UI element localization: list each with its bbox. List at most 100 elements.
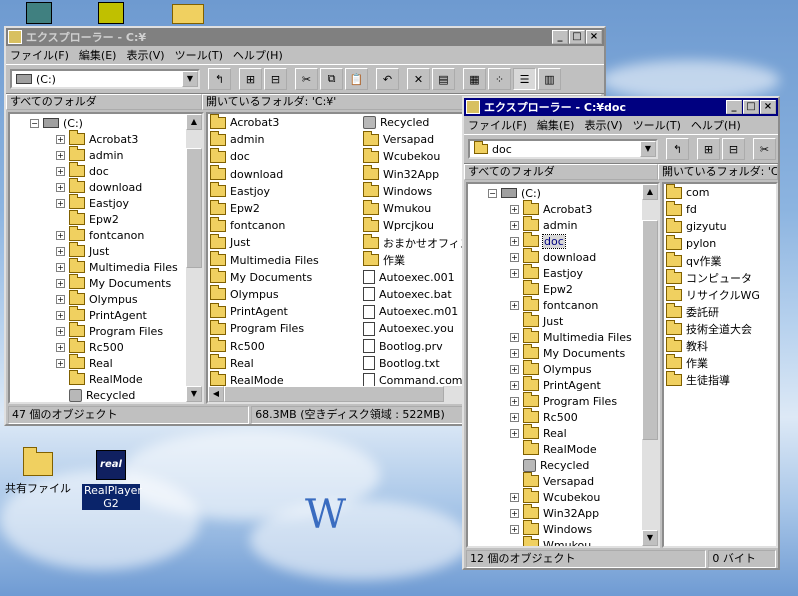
undo-button[interactable]: ↶ <box>376 68 399 90</box>
tree-item[interactable]: + Rc500 <box>468 408 658 425</box>
tree-item[interactable]: Just <box>468 312 658 329</box>
tree-item[interactable]: RealMode <box>10 370 202 387</box>
cut-button[interactable]: ✂ <box>753 138 776 160</box>
expand-icon[interactable]: + <box>56 150 65 160</box>
file-item[interactable]: おまかせオフィス <box>363 233 471 251</box>
disconnect-drive-button[interactable]: ⊟ <box>722 138 745 160</box>
scroll-left-button[interactable]: ◀ <box>208 386 224 402</box>
tree-item[interactable]: + Olympus <box>10 290 202 307</box>
scroll-down-button[interactable]: ▼ <box>186 386 202 402</box>
tree-item[interactable]: + Eastjoy <box>468 264 658 281</box>
expand-icon[interactable]: + <box>510 332 519 342</box>
title-bar[interactable]: エクスプローラー - C:¥ _ □ × <box>6 28 604 46</box>
scroll-thumb[interactable] <box>642 220 658 440</box>
paste-button[interactable]: 📋 <box>345 68 368 90</box>
expand-icon[interactable]: + <box>56 310 65 320</box>
file-item[interactable]: Acrobat3 <box>210 114 319 131</box>
collapse-icon[interactable]: − <box>30 118 39 128</box>
tree-item[interactable]: + Acrobat3 <box>10 130 202 147</box>
tree-item-drive-c[interactable]: − (C:) <box>10 115 202 131</box>
cut-button[interactable]: ✂ <box>295 68 318 90</box>
expand-icon[interactable]: + <box>56 262 65 272</box>
file-item[interactable]: download <box>210 165 319 183</box>
expand-icon[interactable]: + <box>510 524 519 534</box>
file-item[interactable]: Windows <box>363 182 471 200</box>
file-item[interactable]: fontcanon <box>210 216 319 234</box>
file-item[interactable]: Recycled <box>363 114 471 131</box>
folder-tree[interactable]: − (C:) + Acrobat3 + admin + doc + download + Eastjo… <box>466 182 660 548</box>
file-item[interactable]: Wprcjkou <box>363 216 471 234</box>
file-item[interactable]: Autoexec.bat <box>363 286 471 303</box>
tree-item[interactable]: Epw2 <box>468 280 658 297</box>
file-item[interactable]: Autoexec.001 <box>363 269 471 286</box>
file-item[interactable]: Bootlog.txt <box>363 355 471 372</box>
tree-item[interactable]: + Program Files <box>468 392 658 409</box>
file-item[interactable]: 委託研 <box>666 302 760 320</box>
menu-help[interactable]: ヘルプ(H) <box>233 47 283 63</box>
expand-icon[interactable]: + <box>510 508 519 518</box>
scroll-up-button[interactable]: ▲ <box>186 114 202 130</box>
tree-item[interactable]: + Eastjoy <box>10 194 202 211</box>
tree-item[interactable]: + fontcanon <box>10 226 202 243</box>
file-item[interactable]: 生徒指導 <box>666 370 760 388</box>
expand-icon[interactable]: + <box>56 358 65 368</box>
tree-item[interactable]: + Multimedia Files <box>10 258 202 275</box>
expand-icon[interactable]: + <box>510 220 519 230</box>
file-item[interactable]: Versapad <box>363 130 471 148</box>
menu-view[interactable]: 表示(V) <box>126 47 164 63</box>
expand-icon[interactable]: + <box>510 204 519 214</box>
file-item[interactable]: Wcubekou <box>363 147 471 165</box>
tree-item[interactable]: + Multimedia Files <box>468 328 658 345</box>
file-list[interactable]: com fd gizyutu pylon qv作業 コンピュータ リサイクルWG 委託研 技術全… <box>662 182 778 548</box>
file-item[interactable]: Autoexec.m01 <box>363 303 471 320</box>
file-item[interactable]: Real <box>210 354 319 372</box>
disconnect-drive-button[interactable]: ⊟ <box>264 68 287 90</box>
tree-item-drive-c[interactable]: − (C:) <box>468 185 658 201</box>
expand-icon[interactable]: + <box>56 166 65 176</box>
tree-item[interactable]: Versapad <box>468 472 658 489</box>
tree-item[interactable]: + Rc500 <box>10 338 202 355</box>
up-folder-button[interactable]: ↰ <box>208 68 231 90</box>
menu-file[interactable]: ファイル(F) <box>10 47 69 63</box>
menu-tools[interactable]: ツール(T) <box>175 47 223 63</box>
tree-item[interactable]: + Real <box>468 424 658 441</box>
close-button[interactable]: × <box>586 30 602 44</box>
file-item[interactable]: 作業 <box>666 353 760 371</box>
maximize-button[interactable]: □ <box>743 100 759 114</box>
expand-icon[interactable]: + <box>56 246 65 256</box>
file-item[interactable]: fd <box>666 200 760 218</box>
address-combo[interactable]: doc ▼ <box>468 139 658 159</box>
file-item[interactable]: Multimedia Files <box>210 251 319 269</box>
expand-icon[interactable]: + <box>56 230 65 240</box>
scroll-down-button[interactable]: ▼ <box>642 530 658 546</box>
expand-icon[interactable]: + <box>56 342 65 352</box>
tree-item[interactable]: + doc <box>10 162 202 179</box>
maximize-button[interactable]: □ <box>569 30 585 44</box>
file-item[interactable]: 作業 <box>363 251 471 269</box>
tree-item[interactable]: RealMode <box>468 440 658 457</box>
up-folder-button[interactable]: ↰ <box>666 138 689 160</box>
collapse-icon[interactable]: − <box>488 188 497 198</box>
tree-item[interactable]: + Just <box>10 242 202 259</box>
tree-item[interactable]: + doc <box>468 232 658 249</box>
menu-help[interactable]: ヘルプ(H) <box>691 117 741 133</box>
file-item[interactable]: 技術全道大会 <box>666 319 760 337</box>
expand-icon[interactable]: + <box>510 428 519 438</box>
menu-edit[interactable]: 編集(E) <box>537 117 575 133</box>
expand-icon[interactable]: + <box>56 134 65 144</box>
expand-icon[interactable]: + <box>510 492 519 502</box>
tree-item[interactable]: Wmukou <box>468 536 658 546</box>
map-drive-button[interactable]: ⊞ <box>239 68 262 90</box>
file-item[interactable]: リサイクルWG <box>666 285 760 303</box>
expand-icon[interactable]: + <box>56 182 65 192</box>
expand-icon[interactable]: + <box>510 380 519 390</box>
network-icon[interactable] <box>98 2 124 24</box>
menu-tools[interactable]: ツール(T) <box>633 117 681 133</box>
chevron-down-icon[interactable]: ▼ <box>182 71 198 87</box>
tree-item[interactable]: Recycled <box>468 457 658 473</box>
expand-icon[interactable]: + <box>56 294 65 304</box>
tree-item[interactable]: + My Documents <box>468 344 658 361</box>
title-bar[interactable]: エクスプローラー - C:¥doc _ □ × <box>464 98 778 116</box>
small-icons-button[interactable]: ⁘ <box>488 68 511 90</box>
expand-icon[interactable]: + <box>510 364 519 374</box>
